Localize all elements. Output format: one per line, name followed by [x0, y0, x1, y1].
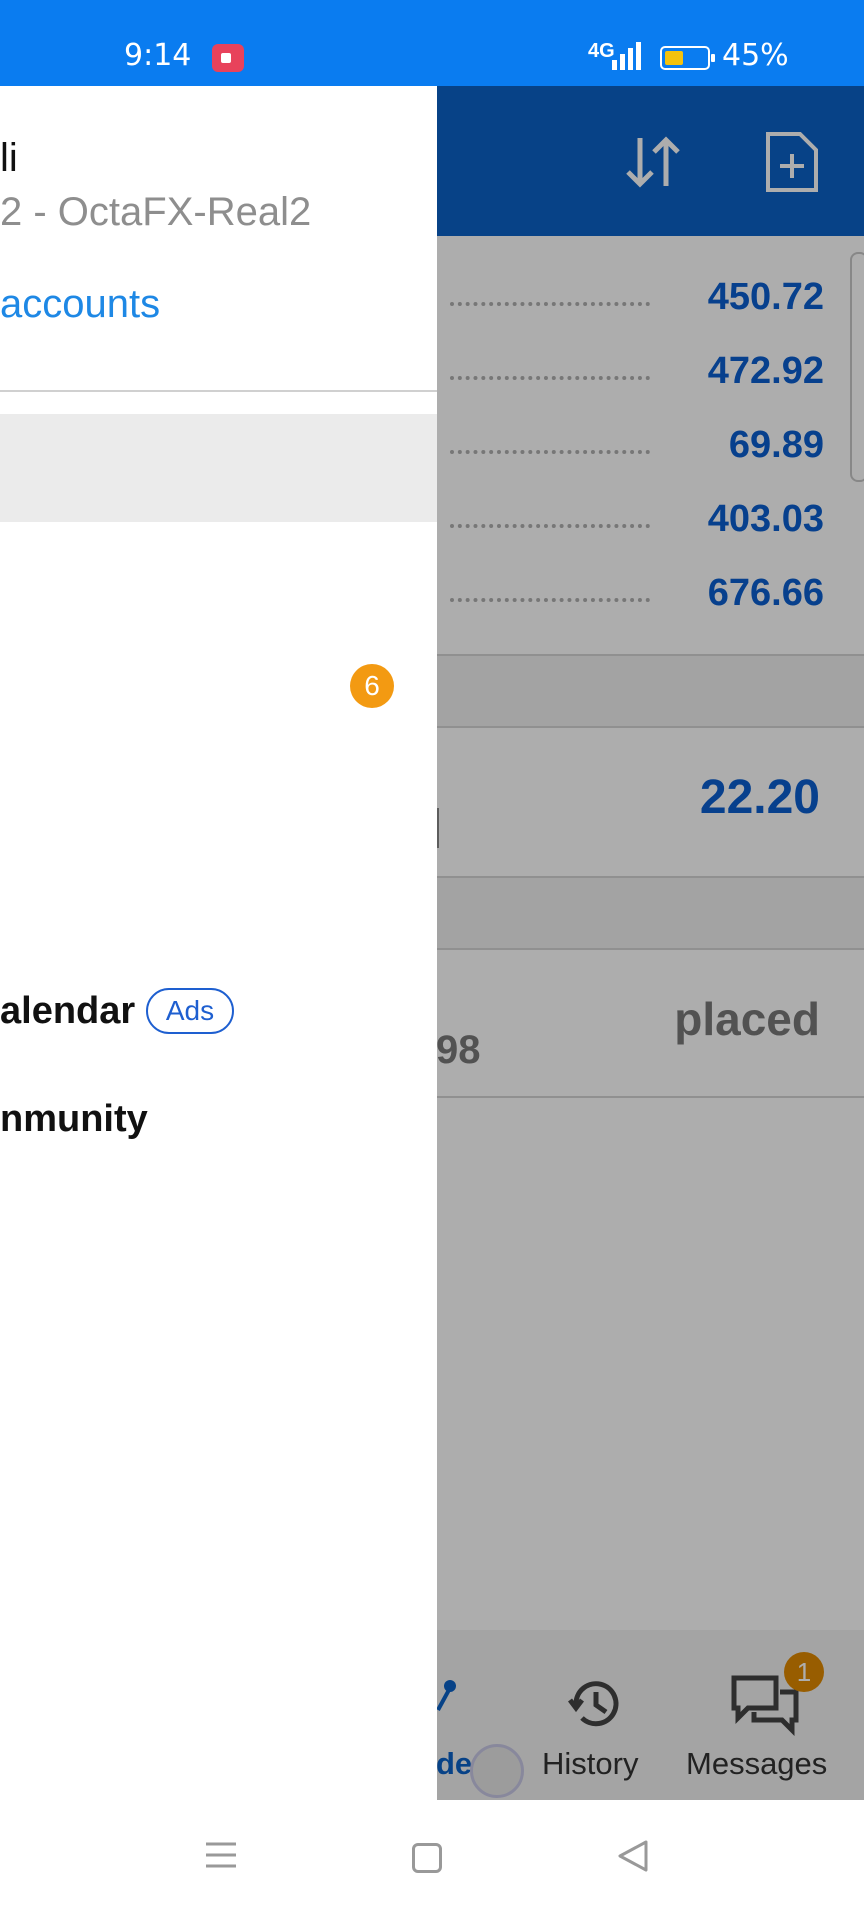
drawer-item-community[interactable]: nmunity: [0, 1098, 148, 1141]
account-server: 2 - OctaFX-Real2: [0, 190, 312, 234]
home-icon[interactable]: [412, 1843, 442, 1873]
account-name: li: [0, 136, 18, 180]
drawer-item-calendar[interactable]: alendar: [0, 990, 135, 1033]
divider: [0, 390, 437, 392]
manage-accounts-link[interactable]: accounts: [0, 282, 160, 327]
navigation-drawer: li 2 - OctaFX-Real2 accounts 6 alendar A…: [0, 86, 437, 1800]
battery-percent: 45%: [722, 38, 789, 73]
drawer-item-badge: 6: [350, 664, 394, 708]
battery-icon: [660, 46, 715, 70]
status-bar: 9:14 4G 45%: [0, 0, 864, 86]
screen-record-icon: [212, 44, 244, 72]
recent-apps-icon[interactable]: [204, 1838, 238, 1872]
back-icon[interactable]: [616, 1838, 650, 1874]
drawer-item-selected[interactable]: [0, 414, 437, 522]
battery-fill: [665, 51, 683, 65]
ads-badge: Ads: [146, 988, 234, 1034]
signal-icon: [612, 42, 641, 70]
status-time: 9:14: [124, 38, 192, 73]
